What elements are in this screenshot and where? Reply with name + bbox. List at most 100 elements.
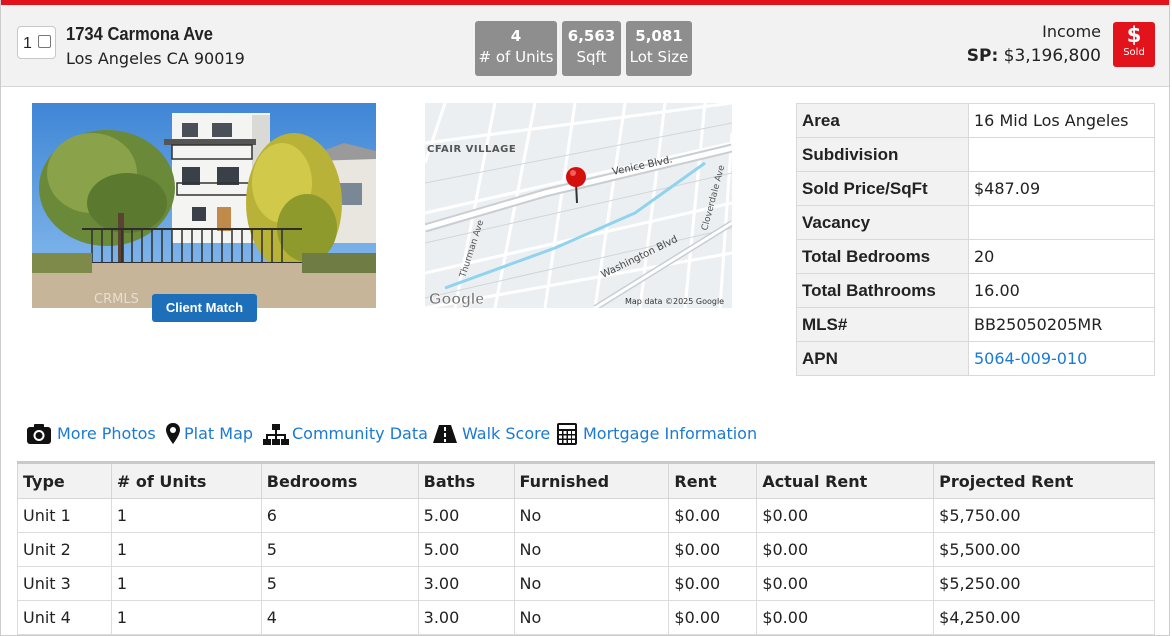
table-row: Unit 3 1 5 3.00 No $0.00 $0.00 $5,250.00: [17, 566, 1155, 601]
details-row: Vacancy: [796, 205, 1155, 240]
select-listing-checkbox[interactable]: 1: [17, 26, 56, 59]
table-cell: $0.00: [668, 566, 758, 601]
table-cell: $0.00: [756, 600, 935, 635]
mortgage-information-label: Mortgage Information: [583, 424, 758, 443]
table-cell: 5: [260, 566, 419, 601]
table-cell: No: [513, 532, 670, 567]
column-header: Projected Rent: [933, 461, 1155, 499]
details-value: 16 Mid Los Angeles: [968, 103, 1155, 138]
table-row: Unit 4 1 4 3.00 No $0.00 $0.00 $4,250.00: [17, 600, 1155, 635]
details-value: 5064-009-010: [968, 341, 1155, 376]
table-cell: 3.00: [417, 566, 515, 601]
details-value: 20: [968, 239, 1155, 274]
location-map[interactable]: CFAIR VILLAGE Venice Blvd. Washington Bl…: [425, 103, 732, 308]
address-street[interactable]: 1734 Carmona Ave: [66, 24, 213, 45]
stat-sqft: 6,563 Sqft: [562, 21, 621, 76]
units-table: Type # of Units Bedrooms Baths Furnished…: [17, 461, 1155, 635]
column-header: # of Units: [110, 461, 262, 499]
stat-label: # of Units: [478, 48, 554, 66]
client-match-button[interactable]: Client Match: [152, 294, 257, 322]
map-pin-icon: [166, 423, 180, 444]
stat-value: 4: [510, 27, 522, 45]
table-row: Unit 2 1 5 5.00 No $0.00 $0.00 $5,500.00: [17, 532, 1155, 567]
table-cell: No: [513, 600, 670, 635]
table-cell: 3.00: [417, 600, 515, 635]
table-cell: Unit 3: [17, 566, 112, 601]
status-text: Sold: [1123, 47, 1145, 58]
sold-price-value: $3,196,800: [1003, 46, 1101, 66]
table-cell: No: [513, 498, 670, 533]
details-label: Vacancy: [796, 205, 969, 240]
details-label: APN: [796, 341, 969, 376]
details-row: APN 5064-009-010: [796, 341, 1155, 376]
table-row: Unit 1 1 6 5.00 No $0.00 $0.00 $5,750.00: [17, 498, 1155, 533]
table-cell: 1: [110, 498, 262, 533]
details-value: [968, 205, 1155, 240]
column-header: Bedrooms: [260, 461, 419, 499]
photo-watermark: CRMLS: [94, 292, 139, 307]
details-label: Area: [796, 103, 969, 138]
details-label: Total Bedrooms: [796, 239, 969, 274]
more-photos-link[interactable]: More Photos: [26, 421, 156, 447]
table-cell: 6: [260, 498, 419, 533]
action-links: More Photos Plat Map Community Data Walk…: [26, 421, 786, 447]
table-cell: Unit 1: [17, 498, 112, 533]
details-row: Area 16 Mid Los Angeles: [796, 103, 1155, 138]
table-cell: No: [513, 566, 670, 601]
table-cell: $0.00: [668, 600, 758, 635]
listing-header: 1 1734 Carmona Ave Los Angeles CA 90019 …: [1, 5, 1169, 87]
table-cell: 5.00: [417, 532, 515, 567]
row-number: 1: [23, 35, 32, 52]
table-cell: $0.00: [668, 532, 758, 567]
table-cell: 5.00: [417, 498, 515, 533]
table-cell: $0.00: [756, 532, 935, 567]
sold-price: SP: $3,196,800: [967, 46, 1101, 66]
address-city: Los Angeles CA 90019: [66, 49, 245, 68]
walk-score-label: Walk Score: [462, 424, 551, 443]
plat-map-link[interactable]: Plat Map: [165, 421, 253, 447]
property-photo[interactable]: CRMLS: [32, 103, 376, 308]
details-label: Subdivision: [796, 137, 969, 172]
table-cell: Unit 4: [17, 600, 112, 635]
details-value: 16.00: [968, 273, 1155, 308]
stat-label: Sqft: [576, 48, 607, 66]
table-cell: 1: [110, 600, 262, 635]
column-header: Baths: [417, 461, 515, 499]
column-header: Rent: [668, 461, 758, 499]
status-badge: $ Sold: [1113, 22, 1155, 67]
walk-score-link[interactable]: Walk Score: [432, 421, 550, 447]
details-value: [968, 137, 1155, 172]
stat-value: 5,081: [635, 27, 683, 45]
apn-link[interactable]: 5064-009-010: [974, 349, 1087, 368]
road-icon: [433, 425, 457, 443]
table-cell: $0.00: [668, 498, 758, 533]
plat-map-label: Plat Map: [184, 424, 254, 443]
community-data-link[interactable]: Community Data: [263, 421, 428, 447]
table-cell: $5,250.00: [933, 566, 1155, 601]
camera-icon: [27, 424, 51, 444]
map-label: CFAIR VILLAGE: [427, 144, 516, 155]
map-attribution: Map data ©2025 Google: [625, 297, 724, 306]
column-header: Actual Rent: [756, 461, 935, 499]
table-cell: $0.00: [756, 498, 935, 533]
table-cell: 1: [110, 566, 262, 601]
sold-price-label: SP:: [966, 46, 999, 66]
column-header: Type: [17, 461, 112, 499]
details-row: Sold Price/SqFt $487.09: [796, 171, 1155, 206]
stat-units: 4 # of Units: [475, 21, 557, 76]
table-cell: $5,750.00: [933, 498, 1155, 533]
property-type: Income: [1042, 22, 1101, 41]
mortgage-information-link[interactable]: Mortgage Information: [556, 421, 781, 447]
table-cell: $4,250.00: [933, 600, 1155, 635]
checkbox-box[interactable]: [38, 35, 51, 48]
details-label: Total Bathrooms: [796, 273, 969, 308]
google-logo: Google: [429, 291, 484, 308]
details-row: Subdivision: [796, 137, 1155, 172]
stat-label: Lot Size: [629, 48, 689, 66]
dollar-icon: $: [1126, 23, 1142, 47]
sitemap-icon: [263, 424, 289, 445]
table-cell: Unit 2: [17, 532, 112, 567]
details-row: Total Bathrooms 16.00: [796, 273, 1155, 308]
table-cell: $5,500.00: [933, 532, 1155, 567]
details-label: MLS#: [796, 307, 969, 342]
